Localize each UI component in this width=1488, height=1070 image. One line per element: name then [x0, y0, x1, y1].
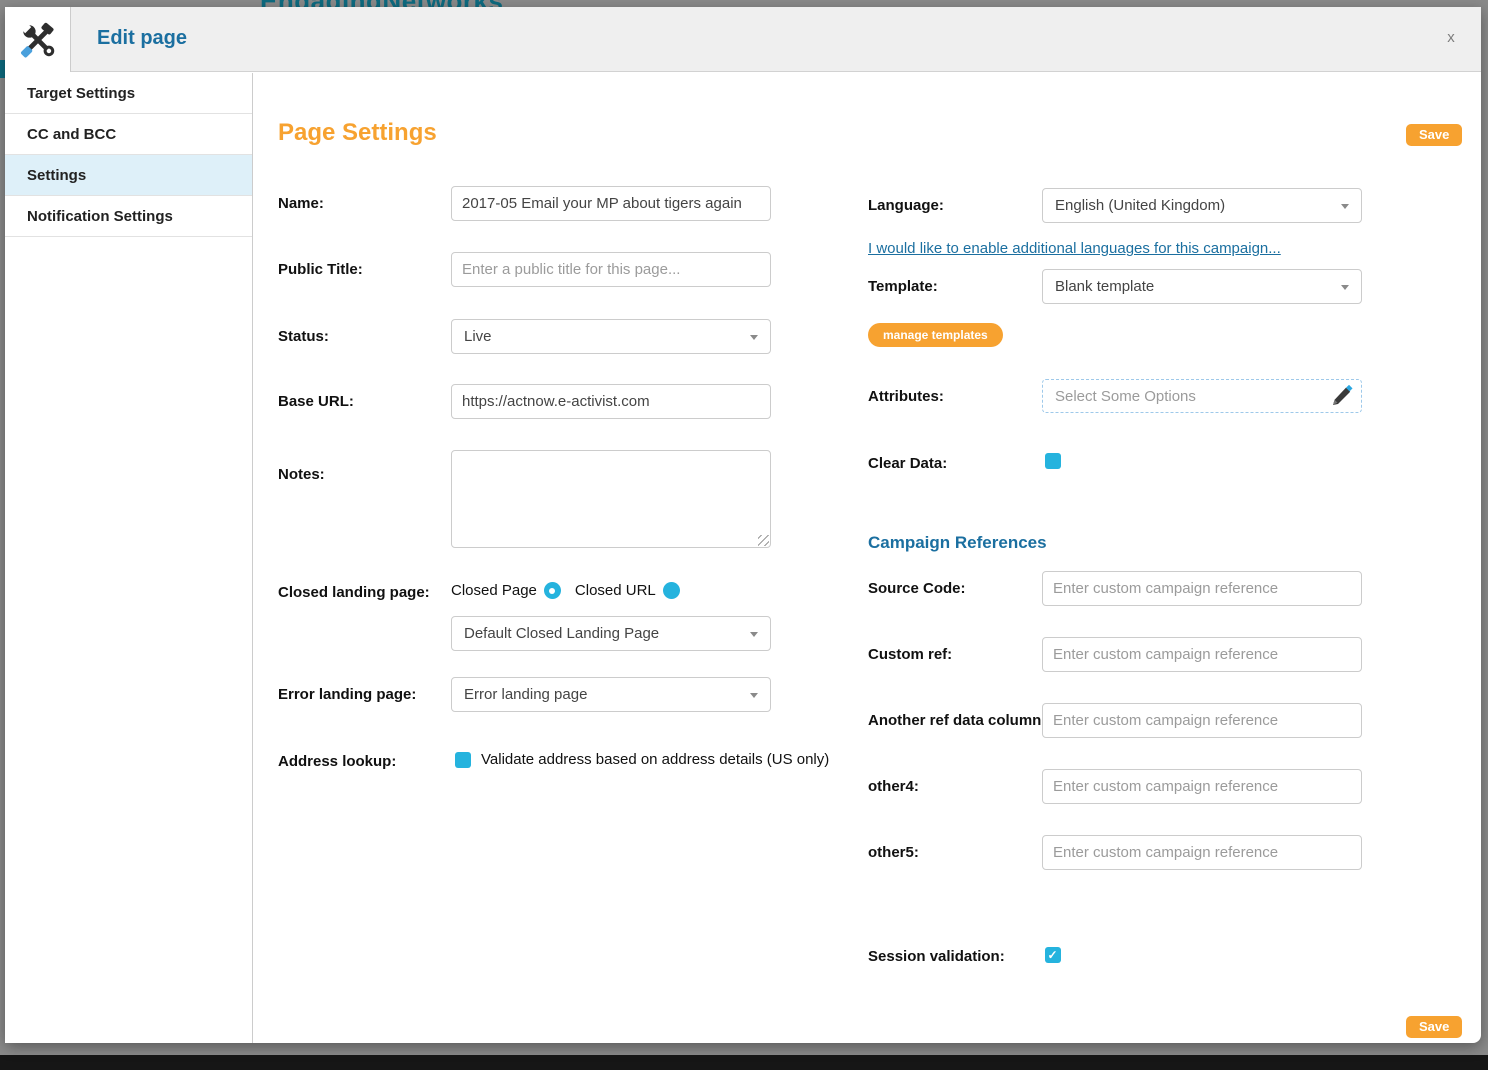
chevron-down-icon	[1341, 204, 1349, 209]
closed-page-option-label: Closed Page	[451, 582, 537, 599]
save-button-bottom[interactable]: Save	[1406, 1016, 1462, 1038]
sidebar-item-cc-and-bcc[interactable]: CC and BCC	[5, 114, 252, 155]
notes-label: Notes:	[278, 466, 325, 483]
closed-url-option-label: Closed URL	[575, 582, 656, 599]
template-select-value: Blank template	[1055, 278, 1154, 295]
public-title-label: Public Title:	[278, 261, 363, 278]
clear-data-checkbox[interactable]	[1045, 453, 1061, 469]
closed-page-radio[interactable]	[544, 582, 561, 599]
edit-page-modal: Edit page x Target Settings CC and BCC S…	[5, 7, 1481, 1043]
source-code-label: Source Code:	[868, 580, 966, 597]
pencil-icon[interactable]	[1329, 385, 1353, 413]
error-landing-label: Error landing page:	[278, 686, 416, 703]
another-ref-input[interactable]	[1042, 703, 1362, 738]
resize-handle[interactable]	[758, 535, 769, 546]
base-url-label: Base URL:	[278, 393, 354, 410]
other4-label: other4:	[868, 778, 919, 795]
error-landing-select[interactable]: Error landing page	[451, 677, 771, 712]
custom-ref-label: Custom ref:	[868, 646, 952, 663]
status-label: Status:	[278, 328, 329, 345]
session-validation-checkbox[interactable]	[1045, 947, 1061, 963]
language-label: Language:	[868, 197, 944, 214]
status-select-value: Live	[464, 328, 492, 345]
attributes-label: Attributes:	[868, 388, 944, 405]
language-select[interactable]: English (United Kingdom)	[1042, 188, 1362, 223]
manage-templates-button[interactable]: manage templates	[868, 323, 1003, 347]
error-landing-select-value: Error landing page	[464, 686, 587, 703]
name-input[interactable]	[451, 186, 771, 221]
clear-data-label: Clear Data:	[868, 455, 947, 472]
campaign-references-title: Campaign References	[868, 533, 1047, 553]
closed-landing-label: Closed landing page:	[278, 584, 430, 601]
chevron-down-icon	[750, 632, 758, 637]
public-title-input[interactable]	[451, 252, 771, 287]
tools-icon	[5, 7, 71, 72]
other4-input[interactable]	[1042, 769, 1362, 804]
closed-landing-radio-group: Closed Page Closed URL	[451, 582, 694, 599]
background-bottom-band	[0, 1055, 1488, 1070]
attributes-placeholder: Select Some Options	[1055, 388, 1196, 405]
close-icon[interactable]: x	[1442, 29, 1460, 46]
name-label: Name:	[278, 195, 324, 212]
closed-url-radio[interactable]	[663, 582, 680, 599]
address-lookup-row: Validate address based on address detail…	[455, 751, 829, 768]
chevron-down-icon	[750, 335, 758, 340]
sidebar-item-notification-settings[interactable]: Notification Settings	[5, 196, 252, 237]
sidebar-item-target-settings[interactable]: Target Settings	[5, 73, 252, 114]
save-button-top[interactable]: Save	[1406, 124, 1462, 146]
template-select[interactable]: Blank template	[1042, 269, 1362, 304]
notes-textarea[interactable]	[451, 450, 771, 548]
closed-landing-select[interactable]: Default Closed Landing Page	[451, 616, 771, 651]
additional-languages-link[interactable]: I would like to enable additional langua…	[868, 240, 1281, 257]
another-ref-label: Another ref data column:	[868, 712, 1046, 729]
template-label: Template:	[868, 278, 938, 295]
session-validation-label: Session validation:	[868, 948, 1005, 965]
other5-input[interactable]	[1042, 835, 1362, 870]
other5-label: other5:	[868, 844, 919, 861]
source-code-input[interactable]	[1042, 571, 1362, 606]
base-url-input[interactable]	[451, 384, 771, 419]
background-brand-fragment: EngagingNetworks	[260, 0, 680, 7]
address-lookup-checkbox[interactable]	[455, 752, 471, 768]
closed-landing-select-value: Default Closed Landing Page	[464, 625, 659, 642]
sidebar-item-settings[interactable]: Settings	[5, 155, 252, 196]
language-select-value: English (United Kingdom)	[1055, 197, 1225, 214]
modal-title: Edit page	[97, 27, 187, 50]
status-select[interactable]: Live	[451, 319, 771, 354]
page-title: Page Settings	[278, 119, 437, 147]
attributes-picker[interactable]: Select Some Options	[1042, 379, 1362, 413]
chevron-down-icon	[750, 693, 758, 698]
chevron-down-icon	[1341, 285, 1349, 290]
custom-ref-input[interactable]	[1042, 637, 1362, 672]
address-lookup-text: Validate address based on address detail…	[481, 751, 829, 768]
sidebar: Target Settings CC and BCC Settings Noti…	[5, 73, 253, 1043]
address-lookup-label: Address lookup:	[278, 753, 396, 770]
modal-header	[5, 7, 1481, 72]
